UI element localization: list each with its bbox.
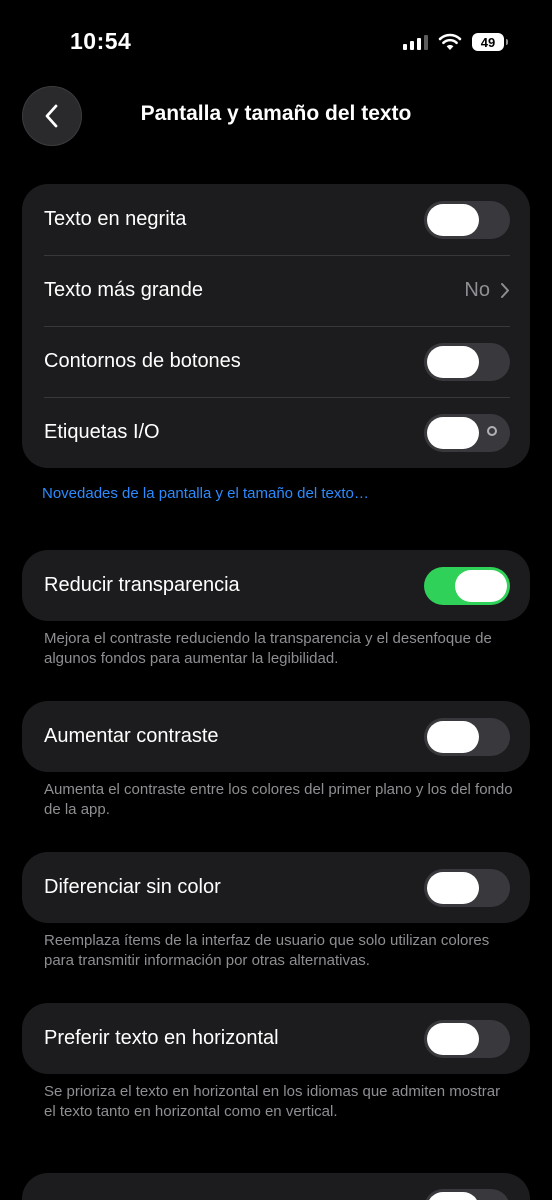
- increase-contrast-group: Aumentar contraste: [22, 701, 530, 772]
- wifi-icon: [438, 33, 462, 50]
- reduce-transparency-label: Reducir transparencia: [44, 574, 240, 596]
- reduce-transparency-row: Reducir transparencia: [22, 550, 530, 621]
- bold-text-toggle[interactable]: [424, 200, 510, 239]
- cellular-signal-icon: [403, 34, 428, 50]
- differentiate-without-color-label: Diferenciar sin color: [44, 876, 221, 898]
- page-title: Pantalla y tamaño del texto: [140, 102, 412, 125]
- differentiate-without-color-group: Diferenciar sin color: [22, 852, 530, 923]
- prefer-horizontal-text-label: Preferir texto en horizontal: [44, 1027, 279, 1049]
- text-settings-group: Texto en negrita Texto más grande No Con…: [22, 184, 530, 468]
- differentiate-without-color-row: Diferenciar sin color: [22, 852, 530, 923]
- reduce-transparency-group: Reducir transparencia: [22, 550, 530, 621]
- larger-text-value-text: No: [464, 279, 490, 301]
- larger-text-row[interactable]: Texto más grande No: [22, 255, 530, 326]
- next-setting-group: [22, 1173, 530, 1200]
- increase-contrast-footnote: Aumenta el contraste entre los colores d…: [44, 781, 513, 818]
- on-off-labels-row: Etiquetas I/O: [22, 397, 530, 468]
- status-icons: 49: [403, 33, 508, 51]
- prefer-horizontal-text-toggle[interactable]: [424, 1019, 510, 1058]
- bold-text-row: Texto en negrita: [22, 184, 530, 255]
- battery-icon: 49: [472, 33, 508, 51]
- differentiate-without-color-toggle[interactable]: [424, 868, 510, 907]
- increase-contrast-row: Aumentar contraste: [22, 701, 530, 772]
- reduce-transparency-footnote: Mejora el contraste reduciendo la transp…: [44, 630, 492, 667]
- prefer-horizontal-text-group: Preferir texto en horizontal: [22, 1003, 530, 1074]
- button-shapes-row: Contornos de botones: [22, 326, 530, 397]
- chevron-right-icon: [501, 283, 509, 298]
- on-off-labels-label: Etiquetas I/O: [44, 421, 160, 443]
- button-shapes-toggle[interactable]: [424, 342, 510, 381]
- prefer-horizontal-text-footnote: Se prioriza el texto en horizontal en lo…: [44, 1083, 501, 1120]
- on-off-labels-toggle[interactable]: [424, 413, 510, 452]
- increase-contrast-label: Aumentar contraste: [44, 725, 219, 747]
- status-bar: 10:54 49: [0, 0, 552, 90]
- bold-text-label: Texto en negrita: [44, 208, 187, 230]
- increase-contrast-toggle[interactable]: [424, 717, 510, 756]
- next-setting-toggle[interactable]: [424, 1189, 510, 1200]
- larger-text-value[interactable]: No: [464, 279, 510, 302]
- off-label-icon: [487, 425, 497, 436]
- navigation-bar: Pantalla y tamaño del texto: [0, 86, 552, 146]
- whats-new-link[interactable]: Novedades de la pantalla y el tamaño del…: [42, 485, 369, 502]
- differentiate-without-color-footnote: Reemplaza ítems de la interfaz de usuari…: [44, 932, 490, 969]
- status-time: 10:54: [70, 28, 132, 54]
- prefer-horizontal-text-row: Preferir texto en horizontal: [22, 1003, 530, 1074]
- reduce-transparency-toggle[interactable]: [424, 566, 510, 605]
- button-shapes-label: Contornos de botones: [44, 350, 241, 372]
- larger-text-label: Texto más grande: [44, 279, 203, 301]
